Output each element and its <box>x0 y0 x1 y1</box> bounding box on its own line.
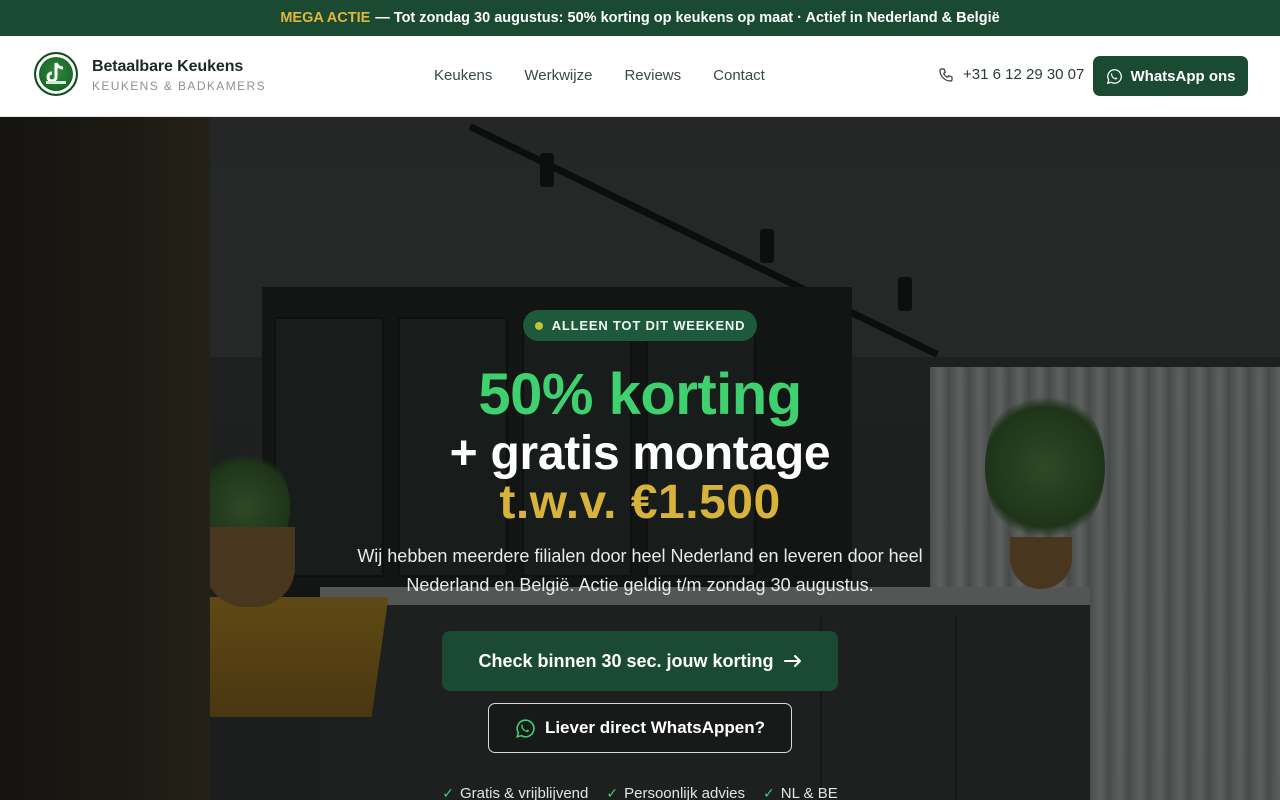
check-discount-button[interactable]: Check binnen 30 sec. jouw korting <box>442 631 838 691</box>
arrow-right-icon <box>783 655 801 667</box>
logo[interactable] <box>34 52 78 96</box>
main-nav: Keukens Werkwijze Reviews Contact <box>434 67 765 84</box>
check-icon: ✓ <box>763 785 775 800</box>
phone-number: +31 6 12 29 30 07 <box>963 66 1085 83</box>
phone-icon <box>939 67 953 82</box>
headline-montage: + gratis montage <box>449 427 831 480</box>
whatsapp-icon <box>1106 68 1122 84</box>
whatsapp-header-button[interactable]: WhatsApp ons <box>1093 56 1248 96</box>
check-discount-label: Check binnen 30 sec. jouw korting <box>478 650 774 671</box>
phone-link[interactable]: +31 6 12 29 30 07 <box>938 66 1084 83</box>
badge-label: ALLEEN TOT DIT WEEKEND <box>551 318 746 333</box>
badge-dot-icon <box>534 321 543 330</box>
brand-name: Betaalbare Keukens <box>92 58 244 75</box>
headline-discount: 50% korting <box>478 362 802 427</box>
benefit-label: Persoonlijk advies <box>624 785 746 800</box>
whatsapp-hero-button[interactable]: Liever direct WhatsAppen? <box>488 703 792 753</box>
benefit-list: ✓ Gratis & vrijblijvend ✓ Persoonlijk ad… <box>0 785 1280 800</box>
benefit-item: ✓ Gratis & vrijblijvend <box>442 785 588 800</box>
promo-highlight: MEGA ACTIE <box>280 10 371 26</box>
nav-contact[interactable]: Contact <box>713 67 765 84</box>
whatsapp-icon <box>515 718 535 738</box>
hero-lead-text: Wij hebben meerdere filialen door heel N… <box>357 546 923 595</box>
brand-tagline: KEUKENS & BADKAMERS <box>92 79 266 93</box>
benefit-item: ✓ NL & BE <box>763 785 838 800</box>
check-icon: ✓ <box>606 785 619 800</box>
promo-text: — Tot zondag 30 augustus: 50% korting op… <box>375 10 1000 26</box>
hero-section: ALLEEN TOT DIT WEEKEND 50% korting + gra… <box>0 117 1280 800</box>
site-header: Betaalbare Keukens KEUKENS & BADKAMERS K… <box>0 36 1280 117</box>
headline-value: t.w.v. €1.500 <box>499 476 781 529</box>
nav-reviews[interactable]: Reviews <box>624 67 681 84</box>
benefit-label: Gratis & vrijblijvend <box>460 785 589 800</box>
whatsapp-hero-label: Liever direct WhatsAppen? <box>544 718 766 737</box>
logo-icon <box>46 62 66 84</box>
check-icon: ✓ <box>442 785 454 800</box>
promo-bar: MEGA ACTIE — Tot zondag 30 augustus: 50%… <box>0 0 1280 36</box>
whatsapp-header-label: WhatsApp ons <box>1130 67 1236 85</box>
benefit-item: ✓ Persoonlijk advies <box>606 785 745 800</box>
nav-keukens[interactable]: Keukens <box>434 67 492 84</box>
offer-badge: ALLEEN TOT DIT WEEKEND <box>523 310 757 341</box>
benefit-label: NL & BE <box>780 785 838 800</box>
nav-werkwijze[interactable]: Werkwijze <box>524 67 592 84</box>
brand[interactable]: Betaalbare Keukens KEUKENS & BADKAMERS <box>92 58 266 93</box>
